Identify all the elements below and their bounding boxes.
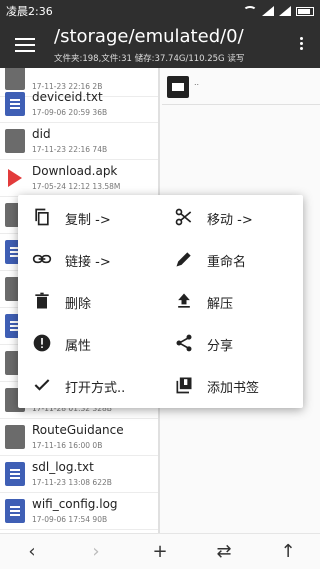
wifi-icon	[243, 6, 257, 16]
menu-link[interactable]: 链接 ->	[18, 239, 158, 279]
menu-rename-label: 重命名	[207, 255, 247, 270]
menu-share[interactable]: 分享	[160, 323, 300, 363]
forward-button[interactable]: ›	[84, 541, 108, 563]
menu-properties[interactable]: 属性	[18, 323, 158, 363]
folder-icon[interactable]	[167, 76, 189, 98]
menu-delete[interactable]: 删除	[18, 281, 158, 321]
file-meta: 17-09-06 17:54 90B	[32, 515, 108, 524]
file-icon	[5, 129, 25, 153]
file-row[interactable]: RouteGuidance 17-11-16 16:00 0B	[0, 419, 158, 456]
link-icon	[32, 254, 52, 264]
file-meta: 17-11-23 22:16 74B	[32, 145, 108, 154]
file-meta: 17-09-06 20:59 36B	[32, 108, 108, 117]
overflow-menu-icon[interactable]	[300, 37, 304, 52]
file-row[interactable]: did 17-11-23 22:16 74B	[0, 123, 158, 160]
file-name: deviceid.txt	[32, 90, 103, 104]
menu-link-label: 链接 ->	[65, 255, 111, 270]
bookmark-icon	[176, 377, 192, 394]
menu-bookmark-label: 添加书签	[207, 381, 260, 396]
menu-rename[interactable]: 重命名	[160, 239, 300, 279]
status-bar: 凌晨2:36	[0, 0, 320, 22]
document-icon	[5, 462, 25, 486]
pencil-icon	[176, 252, 191, 267]
back-button[interactable]: ‹	[20, 541, 44, 563]
info-icon	[33, 334, 51, 352]
menu-extract[interactable]: 解压	[160, 281, 300, 321]
file-meta: 17-11-16 16:00 0B	[32, 441, 103, 450]
status-time: 凌晨2:36	[6, 5, 53, 18]
menu-copy-label: 复制 ->	[65, 213, 111, 228]
file-name: RouteGuidance	[32, 423, 124, 437]
file-meta: 17-05-24 12:12 13.58M	[32, 182, 121, 191]
file-name: Download.apk	[32, 164, 118, 178]
menu-copy[interactable]: 复制 ->	[18, 197, 158, 237]
share-icon	[176, 334, 192, 352]
go-up-button[interactable]: ↑	[276, 541, 300, 563]
file-row[interactable]: deviceid.txt 17-09-06 20:59 36B	[0, 86, 158, 123]
menu-delete-label: 删除	[65, 297, 92, 312]
battery-icon	[296, 6, 314, 16]
menu-share-label: 分享	[207, 339, 234, 354]
file-row[interactable]: Download.apk 17-05-24 12:12 13.58M	[0, 160, 158, 197]
menu-bookmark[interactable]: 添加书签	[160, 365, 300, 405]
file-name: wifi_config.log	[32, 497, 118, 511]
menu-move-label: 移动 ->	[207, 213, 253, 228]
status-icons	[243, 6, 314, 16]
file-context-menu: 复制 -> 移动 -> 链接 -> 重命名 删除 解压 属性 分享 打开方式..…	[18, 195, 303, 408]
document-icon	[5, 92, 25, 116]
divider	[162, 104, 320, 105]
trash-icon	[35, 292, 49, 309]
file-name: sdl_log.txt	[32, 460, 94, 474]
signal-icon	[262, 6, 274, 16]
bottom-toolbar: ‹ › + ⇄ ↑	[0, 533, 320, 569]
menu-open-with-label: 打开方式..	[65, 381, 126, 396]
check-icon	[34, 379, 50, 391]
hamburger-menu-icon[interactable]	[15, 38, 35, 52]
menu-open-with[interactable]: 打开方式..	[18, 365, 158, 405]
menu-extract-label: 解压	[207, 297, 234, 312]
apk-icon	[8, 169, 22, 187]
menu-move[interactable]: 移动 ->	[160, 197, 300, 237]
app-bar: /storage/emulated/0/ 文件夹:198,文件:31 储存:37…	[0, 22, 320, 68]
copy-icon	[35, 208, 49, 226]
document-icon	[5, 499, 25, 523]
signal-icon-2	[279, 6, 291, 16]
swap-panes-button[interactable]: ⇄	[212, 541, 236, 563]
current-path: /storage/emulated/0/	[54, 26, 244, 47]
upload-icon	[178, 293, 190, 308]
cut-icon	[175, 208, 192, 226]
storage-info: 文件夹:198,文件:31 储存:37.74G/110.25G 读写	[54, 54, 245, 64]
parent-dir-label[interactable]: ..	[194, 78, 199, 87]
file-name: did	[32, 127, 51, 141]
file-meta: 17-11-23 13:08 622B	[32, 478, 112, 487]
add-button[interactable]: +	[148, 541, 172, 563]
file-row[interactable]: sdl_log.txt 17-11-23 13:08 622B	[0, 456, 158, 493]
file-icon	[5, 425, 25, 449]
menu-properties-label: 属性	[65, 339, 92, 354]
file-row[interactable]: wifi_config.log 17-09-06 17:54 90B	[0, 493, 158, 530]
